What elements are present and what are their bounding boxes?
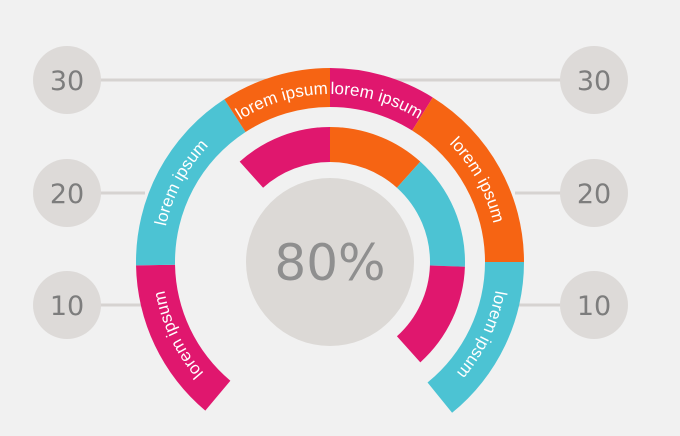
scale-right: 30 20 10	[560, 46, 628, 339]
infographic-canvas: 30 20 10 30 20 10 lorem ipsumlorem ipsum…	[33, 46, 628, 413]
radial-infographic: 30 20 10 30 20 10 lorem ipsum lorem ipsu…	[0, 0, 680, 436]
scale-left: 30 20 10	[33, 46, 101, 339]
outer-segment-4: lorem ipsum	[330, 68, 433, 131]
scale-label-right-30: 30	[577, 66, 611, 97]
scale-label-left-10: 10	[50, 291, 84, 322]
scale-tick-left-30: 30	[33, 46, 101, 114]
inner-segment-1	[239, 127, 330, 188]
scale-tick-right-20: 20	[560, 159, 628, 227]
scale-tick-right-30: 30	[560, 46, 628, 114]
scale-label-right-20: 20	[577, 179, 611, 210]
center-value: 80%	[274, 234, 385, 292]
outer-segment-3: lorem ipsum	[224, 68, 330, 133]
scale-label-right-10: 10	[577, 291, 611, 322]
outer-segment-shape	[136, 99, 246, 266]
outer-segment-2: lorem ipsum	[136, 99, 246, 266]
center-badge: 80%	[246, 178, 414, 346]
scale-tick-right-10: 10	[560, 271, 628, 339]
scale-tick-left-20: 20	[33, 159, 101, 227]
scale-label-left-20: 20	[50, 179, 84, 210]
scale-tick-left-10: 10	[33, 271, 101, 339]
outer-segment-1: lorem ipsum	[136, 264, 231, 411]
scale-label-left-30: 30	[50, 66, 84, 97]
